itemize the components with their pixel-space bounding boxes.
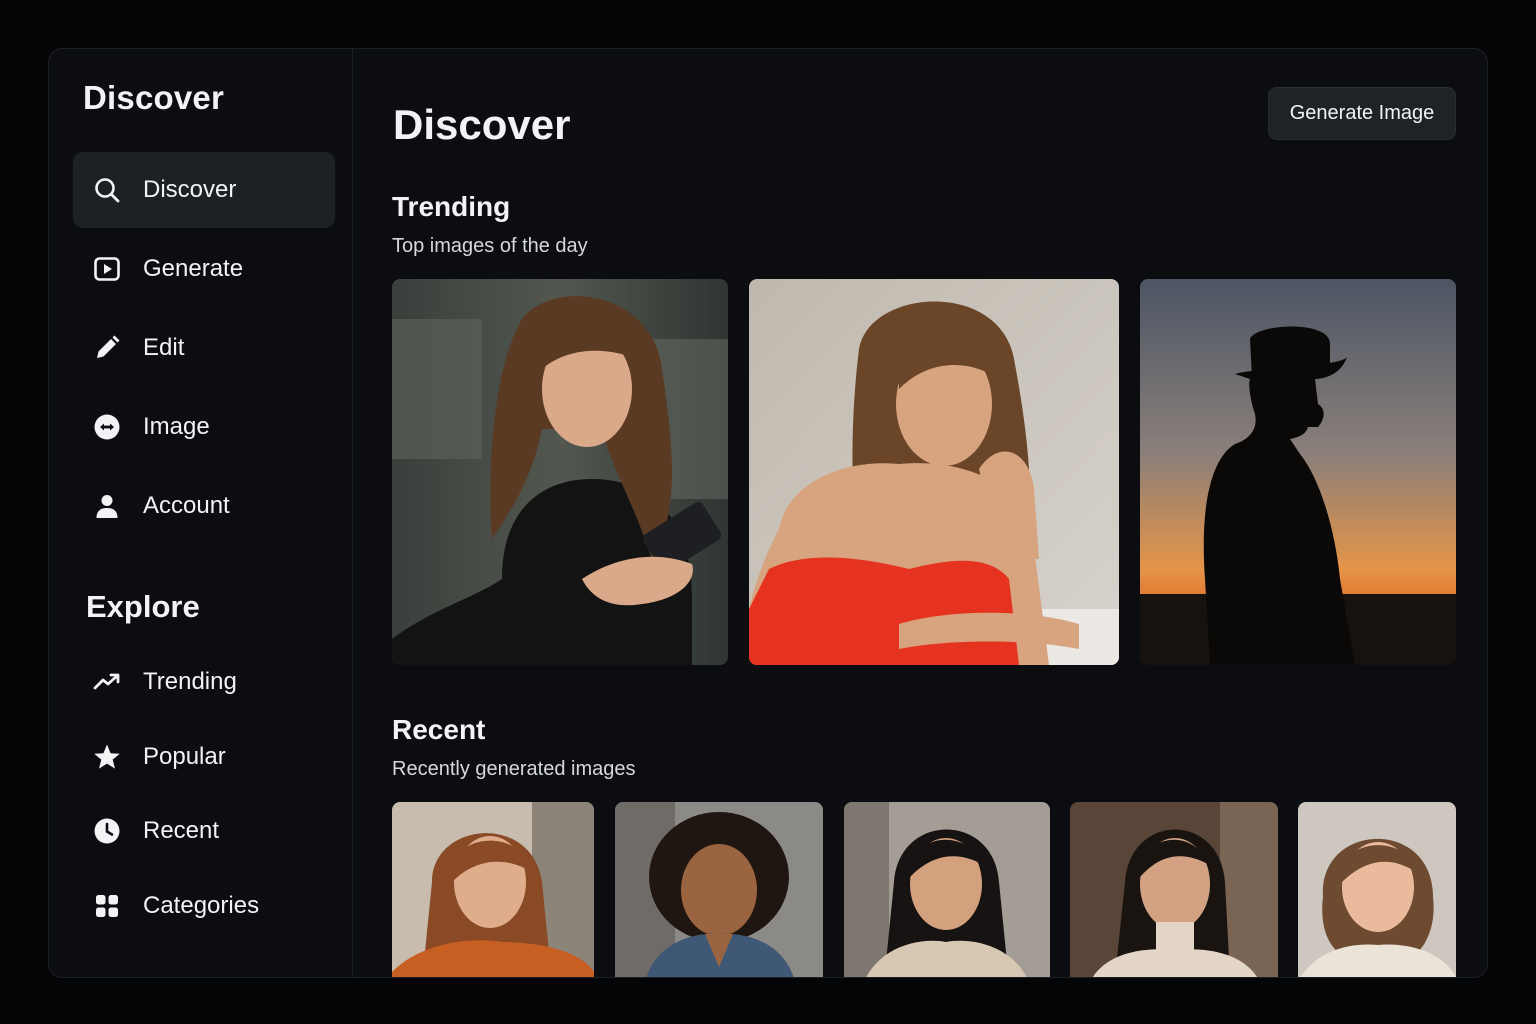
- grid-icon: [93, 892, 121, 920]
- nav-label: Categories: [143, 892, 260, 919]
- recent-image-smiling-woman-bob-hair[interactable]: [1298, 802, 1456, 977]
- nav-label: Account: [143, 492, 230, 519]
- trending-up-icon: [93, 668, 121, 696]
- nav-item-account[interactable]: Account: [73, 468, 335, 544]
- app-title: Discover: [83, 79, 225, 116]
- recent-image-woman-dark-hair-beige-shirt[interactable]: [844, 802, 1050, 977]
- trending-image-woman-with-phone[interactable]: [392, 279, 728, 665]
- nav-item-generate[interactable]: Generate: [73, 231, 335, 307]
- sidebar: Discover Discover Generate Edit Image Ac…: [49, 49, 353, 977]
- search-icon: [93, 176, 121, 204]
- nav-item-trending[interactable]: Trending: [73, 646, 335, 718]
- clock-icon: [93, 817, 121, 845]
- trending-image-man-silhouette-sunset[interactable]: [1140, 279, 1456, 665]
- play-square-icon: [93, 255, 121, 283]
- nav-label: Image: [143, 413, 210, 440]
- nav-label: Recent: [143, 817, 220, 844]
- image-circle-icon: [93, 413, 121, 441]
- generate-image-button[interactable]: Generate Image: [1268, 87, 1456, 140]
- nav-label: Discover: [143, 176, 237, 203]
- trending-heading: Trending: [392, 191, 511, 222]
- trending-image-woman-red-top[interactable]: [749, 279, 1119, 665]
- nav-label: Popular: [143, 743, 226, 770]
- nav-label: Edit: [143, 334, 185, 361]
- nav-item-categories[interactable]: Categories: [73, 870, 335, 942]
- nav-label: Trending: [143, 668, 237, 695]
- star-icon: [93, 743, 121, 771]
- nav-item-edit[interactable]: Edit: [73, 310, 335, 386]
- explore-heading: Explore: [86, 589, 200, 624]
- nav-item-popular[interactable]: Popular: [73, 721, 335, 793]
- pencil-icon: [93, 334, 121, 362]
- recent-image-woman-turtleneck[interactable]: [1070, 802, 1278, 977]
- trending-subtitle: Top images of the day: [392, 235, 588, 257]
- page-title: Discover: [393, 101, 571, 148]
- recent-heading: Recent: [392, 714, 486, 745]
- user-icon: [93, 492, 121, 520]
- nav-item-image[interactable]: Image: [73, 389, 335, 465]
- main-content: Discover Generate Image Trending Top ima…: [354, 49, 1487, 977]
- nav-label: Generate: [143, 255, 244, 282]
- nav-item-discover[interactable]: Discover: [73, 152, 335, 228]
- app-window: Discover Discover Generate Edit Image Ac…: [48, 48, 1488, 978]
- nav-item-recent[interactable]: Recent: [73, 795, 335, 867]
- recent-subtitle: Recently generated images: [392, 758, 636, 780]
- recent-image-laughing-woman-curly-hair[interactable]: [615, 802, 823, 977]
- recent-image-smiling-woman-orange-sweater[interactable]: [392, 802, 594, 977]
